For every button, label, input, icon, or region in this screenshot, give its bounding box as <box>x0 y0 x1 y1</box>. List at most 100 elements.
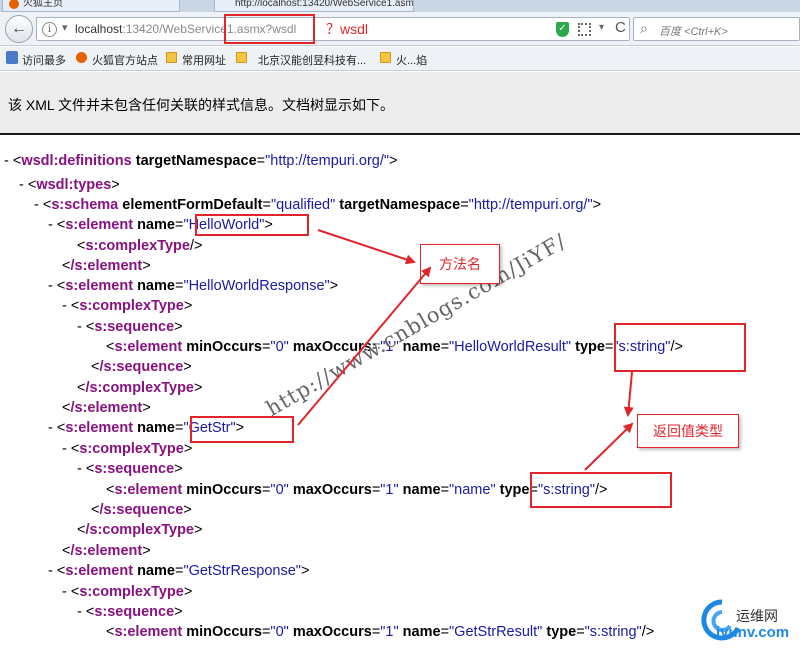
collapse-toggle[interactable]: - <box>34 197 39 213</box>
watermark: http://www.cnblogs.com/JiYF/ <box>262 228 571 421</box>
tab-firefox-home[interactable]: 火狐主页 <box>2 0 180 12</box>
search-icon: ⌕ <box>640 20 648 36</box>
search-box[interactable]: ⌕ 百度 <Ctrl+K> <box>633 17 800 41</box>
tab-strip: 火狐主页 http://localhost:13420/WebService1.… <box>0 0 800 12</box>
arrow-helloworld <box>317 229 416 265</box>
collapse-toggle[interactable]: - <box>77 319 82 335</box>
helloworld-highlight-box <box>195 214 309 236</box>
reload-button[interactable]: C <box>615 19 626 36</box>
folder-icon <box>380 52 391 63</box>
collapse-toggle[interactable]: - <box>48 217 53 233</box>
collapse-toggle[interactable]: - <box>4 153 9 169</box>
xml-value: "s:string" <box>584 624 642 640</box>
method-name-callout: 方法名 <box>420 244 500 284</box>
navigation-bar: ← i ▾ localhost:13420/WebService1.asmx?w… <box>0 12 800 46</box>
xml-value: "HelloWorldResult" <box>449 339 572 355</box>
tab-label: http://localhost:13420/WebService1.asmx?… <box>235 0 414 9</box>
collapse-toggle[interactable]: - <box>62 298 67 314</box>
xml-tag: s:complexType <box>79 584 184 600</box>
bookmark-most-visited[interactable]: 访问最多 <box>22 52 66 68</box>
folder-icon <box>236 52 247 63</box>
collapse-toggle[interactable]: - <box>77 604 82 620</box>
xml-tag: wsdl:types <box>36 177 112 193</box>
xml-line: - <wsdl:types> <box>19 177 120 193</box>
xml-tag: s:schema <box>51 197 119 213</box>
xml-tag: /s:element <box>70 258 143 274</box>
xml-value: "http://tempuri.org/" <box>265 153 390 169</box>
xml-line: - <s:sequence> <box>77 604 183 620</box>
xml-attr: elementFormDefault <box>122 197 263 213</box>
shield-icon[interactable]: ✓ <box>556 22 569 37</box>
method-name-label: 方法名 <box>439 256 481 272</box>
xml-line: </s:element> <box>62 543 151 559</box>
xml-line: </s:sequence> <box>91 502 192 518</box>
xml-line: </s:complexType> <box>77 522 203 538</box>
collapse-toggle[interactable]: - <box>48 278 53 294</box>
xml-value: "1" <box>380 624 399 640</box>
xml-value: "0" <box>270 482 289 498</box>
info-icon[interactable]: i <box>42 22 57 37</box>
xml-value: "0" <box>270 624 289 640</box>
xml-notice-banner: 该 XML 文件并未包含任何关联的样式信息。文档树显示如下。 <box>0 72 800 135</box>
collapse-toggle[interactable]: - <box>62 441 67 457</box>
xml-tag: /s:element <box>70 543 143 559</box>
qrcode-icon[interactable] <box>578 23 591 36</box>
chevron-down-icon[interactable]: ▾ <box>62 21 68 34</box>
xml-tag: s:complexType <box>79 441 184 457</box>
wsdl-note: ？wsdl <box>326 21 369 37</box>
xml-line: - <s:element name="GetStrResponse"> <box>48 563 310 579</box>
xml-line: <s:complexType/> <box>77 238 203 254</box>
xml-line: - <s:complexType> <box>62 441 193 457</box>
xml-tag: /s:complexType <box>85 380 194 396</box>
xml-attr: type <box>546 624 577 640</box>
xml-tag: s:element <box>114 339 183 355</box>
collapse-toggle[interactable]: - <box>48 563 53 579</box>
bookmark-common-sites[interactable]: 常用网址 <box>182 52 226 68</box>
xml-attr: name <box>137 563 175 579</box>
xml-attr: minOccurs <box>186 339 262 355</box>
xml-attr: name <box>137 217 175 233</box>
arrow-param-type <box>584 422 634 471</box>
bookmark-firefox-site[interactable]: 火狐官方站点 <box>92 52 158 68</box>
xml-attr: type <box>499 482 530 498</box>
xml-line: </s:sequence> <box>91 359 192 375</box>
dropdown-caret-icon[interactable]: ▾ <box>599 22 604 33</box>
xml-tag: wsdl:definitions <box>21 153 132 169</box>
tab-label: 火狐主页 <box>23 0 63 9</box>
xml-line: </s:element> <box>62 258 151 274</box>
xml-value: "GetStrResult" <box>449 624 543 640</box>
url-host: localhost <box>75 22 123 36</box>
xml-attr: minOccurs <box>186 482 262 498</box>
return-type-highlight-box <box>614 323 746 372</box>
collapse-toggle[interactable]: - <box>19 177 24 193</box>
bookmark-huoyan[interactable]: 火...焰 <box>396 52 427 68</box>
back-arrow-icon: ← <box>11 20 27 37</box>
xml-tag: s:sequence <box>94 319 175 335</box>
firefox-icon <box>9 0 19 9</box>
xml-attr: name <box>137 278 175 294</box>
wsdl-highlight-box <box>224 14 315 44</box>
arrow-return-type <box>623 371 634 417</box>
xml-line: - <s:complexType> <box>62 584 193 600</box>
xml-line: </s:element> <box>62 400 151 416</box>
xml-line: - <wsdl:definitions targetNamespace="htt… <box>4 153 398 169</box>
xml-attr: name <box>402 624 441 640</box>
xml-value: "HelloWorldResponse" <box>183 278 330 294</box>
collapse-toggle[interactable]: - <box>77 461 82 477</box>
return-type-callout: 返回值类型 <box>637 414 739 448</box>
most-visited-icon <box>6 51 18 64</box>
xml-tag: s:sequence <box>94 604 175 620</box>
xml-tag: s:element <box>65 278 134 294</box>
bookmark-beijing-company[interactable]: 北京汉能创昱科技有... <box>258 52 366 68</box>
xml-line: - <s:complexType> <box>62 298 193 314</box>
xml-line: - <s:schema elementFormDefault="qualifie… <box>34 197 602 213</box>
xml-attr: name <box>402 482 441 498</box>
back-button[interactable]: ← <box>5 15 33 43</box>
tab-wsdl[interactable]: http://localhost:13420/WebService1.asmx?… <box>214 0 414 12</box>
collapse-toggle[interactable]: - <box>62 584 67 600</box>
xml-value: "GetStrResponse" <box>183 563 301 579</box>
firefox-icon <box>76 52 87 63</box>
xml-tag: s:element <box>114 624 183 640</box>
collapse-toggle[interactable]: - <box>48 420 53 436</box>
xml-value: "http://tempuri.org/" <box>468 197 593 213</box>
